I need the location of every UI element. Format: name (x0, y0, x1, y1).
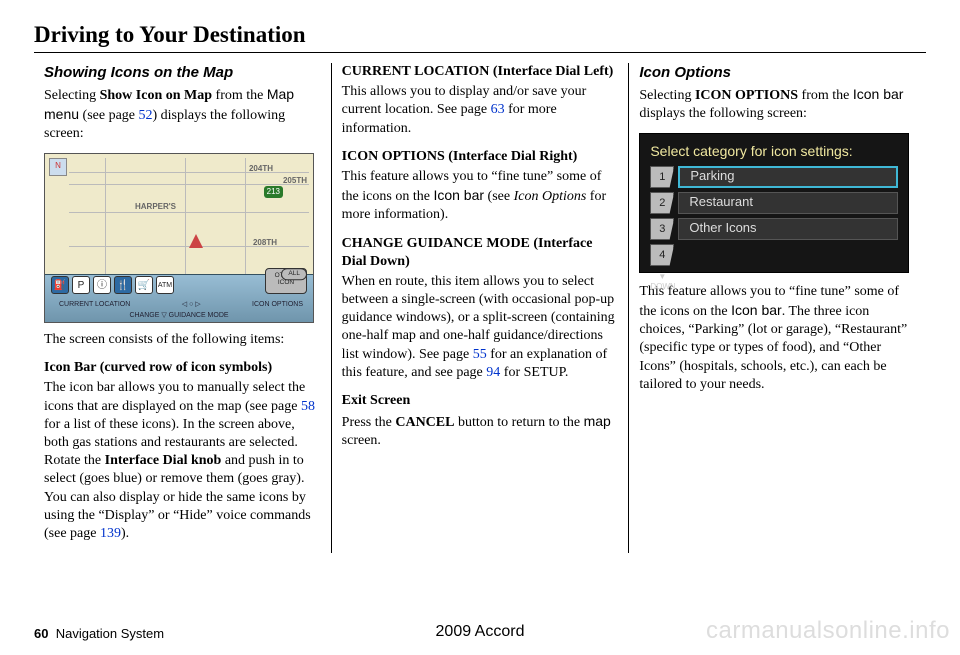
exit-screen-head: Exit Screen (342, 392, 619, 410)
t: (see page (79, 108, 138, 123)
t: screen. (342, 433, 381, 448)
current-location-head: CURRENT LOCATION (Interface Dial Left) (342, 63, 619, 81)
t: Press the (342, 415, 396, 430)
sans-icon-bar-3: Icon bar (731, 302, 782, 318)
page-number: 60 (34, 626, 48, 641)
t: from the (212, 88, 267, 103)
street-c: 205TH (283, 176, 307, 186)
col1-p3: The icon bar allows you to manually sele… (44, 379, 321, 543)
t: The icon bar allows you to manually sele… (44, 380, 305, 413)
route-shield: 213 (264, 186, 283, 198)
option-restaurant: Restaurant (678, 192, 898, 214)
footer-section: Navigation System (56, 626, 164, 641)
street-b: 204TH (249, 164, 273, 174)
vehicle-position-icon (189, 234, 203, 248)
col2-p4: Press the CANCEL button to return to the… (342, 412, 619, 450)
t: for SETUP. (500, 365, 568, 380)
column-2: CURRENT LOCATION (Interface Dial Left) T… (331, 63, 629, 553)
all-button: ALL (281, 268, 307, 280)
num-4: 4 (650, 244, 674, 266)
tray-line-2: CHANGE ▽ GUIDANCE MODE (45, 311, 313, 320)
model-label: 2009 Accord (436, 623, 525, 641)
shopping-icon: 🛒 (135, 276, 153, 294)
page-link-55[interactable]: 55 (473, 347, 487, 362)
bold-interface-dial-knob: Interface Dial knob (105, 453, 222, 468)
section-heading-showing-icons: Showing Icons on the Map (44, 63, 321, 83)
street-d: 208TH (253, 238, 277, 248)
page-link-139[interactable]: 139 (100, 526, 121, 541)
page-title: Driving to Your Destination (34, 22, 926, 53)
col2-p3: When en route, this item allows you to s… (342, 273, 619, 382)
t: from the (798, 88, 853, 103)
tray-line-1: CURRENT LOCATION ◁ ○ ▷ ICON OPTIONS (59, 300, 303, 309)
bold-show-icon: Show Icon on Map (100, 88, 212, 103)
col1-p2: The screen consists of the following ite… (44, 331, 321, 349)
page-link-52[interactable]: 52 (139, 108, 153, 123)
col2-p1: This allows you to display and/or save y… (342, 83, 619, 138)
icon-bar-row: ⛽ P ⓘ 🍴 🛒 ATM (51, 276, 174, 294)
column-3: Icon Options Selecting ICON OPTIONS from… (628, 63, 926, 553)
option-parking: Parking (678, 166, 898, 188)
settings-title: Select category for icon settings: (640, 134, 908, 166)
col3-p1: Selecting ICON OPTIONS from the Icon bar… (639, 85, 916, 123)
icon-bar-subhead: Icon Bar (curved row of icon symbols) (44, 359, 321, 377)
num-3: 3 (650, 218, 674, 240)
num-1: 1 (650, 166, 674, 188)
sans-map: map (584, 413, 611, 429)
option-other-icons: Other Icons (678, 218, 898, 240)
sans-icon-bar: Icon bar (433, 187, 484, 203)
gas-icon: ⛽ (51, 276, 69, 294)
content-columns: Showing Icons on the Map Selecting Show … (34, 63, 926, 553)
watermark: carmanualsonline.info (706, 617, 950, 645)
sans-icon-bar-2: Icon bar (853, 86, 904, 102)
compass-icon: N (49, 158, 67, 176)
ital-icon-options: Icon Options (514, 189, 587, 204)
settings-number-column: 1 2 3 4 ▼DOWN (650, 166, 674, 293)
change-guidance-head: CHANGE GUIDANCE MODE (Interface Dial Dow… (342, 235, 619, 271)
info-icon: ⓘ (93, 276, 111, 294)
t: displays the following screen: (639, 106, 807, 121)
t: (see (484, 189, 514, 204)
section-heading-icon-options: Icon Options (639, 63, 916, 83)
street-a: HARPER'S (135, 202, 176, 212)
parking-icon: P (72, 276, 90, 294)
page-link-63[interactable]: 63 (491, 102, 505, 117)
icon-options-head: ICON OPTIONS (Interface Dial Right) (342, 148, 619, 166)
icon-settings-screenshot: Select category for icon settings: 1 2 3… (639, 133, 909, 273)
bold-cancel: CANCEL (395, 415, 454, 430)
bold-icon-options: ICON OPTIONS (695, 88, 798, 103)
page-link-58[interactable]: 58 (301, 399, 315, 414)
restaurant-icon: 🍴 (114, 276, 132, 294)
t: button to return to the (454, 415, 583, 430)
column-1: Showing Icons on the Map Selecting Show … (34, 63, 331, 553)
col3-p2: This feature allows you to “fine tune” s… (639, 283, 916, 394)
map-icon-screenshot: N HARPER'S 204TH 205TH 208TH 213 ⛽ P ⓘ 🍴… (44, 153, 314, 323)
num-2: 2 (650, 192, 674, 214)
page-link-94[interactable]: 94 (486, 365, 500, 380)
settings-options: Parking Restaurant Other Icons (678, 166, 898, 240)
t: Selecting (44, 88, 100, 103)
down-label: ▼DOWN (650, 272, 674, 293)
current-location-label: CURRENT LOCATION (59, 300, 130, 309)
icon-options-label: ICON OPTIONS (252, 300, 303, 309)
col1-intro: Selecting Show Icon on Map from the Map … (44, 85, 321, 144)
col2-p2: This feature allows you to “fine tune” s… (342, 168, 619, 225)
atm-icon: ATM (156, 276, 174, 294)
t: Selecting (639, 88, 695, 103)
t: ). (121, 526, 129, 541)
footer: 60 Navigation System (34, 626, 164, 641)
